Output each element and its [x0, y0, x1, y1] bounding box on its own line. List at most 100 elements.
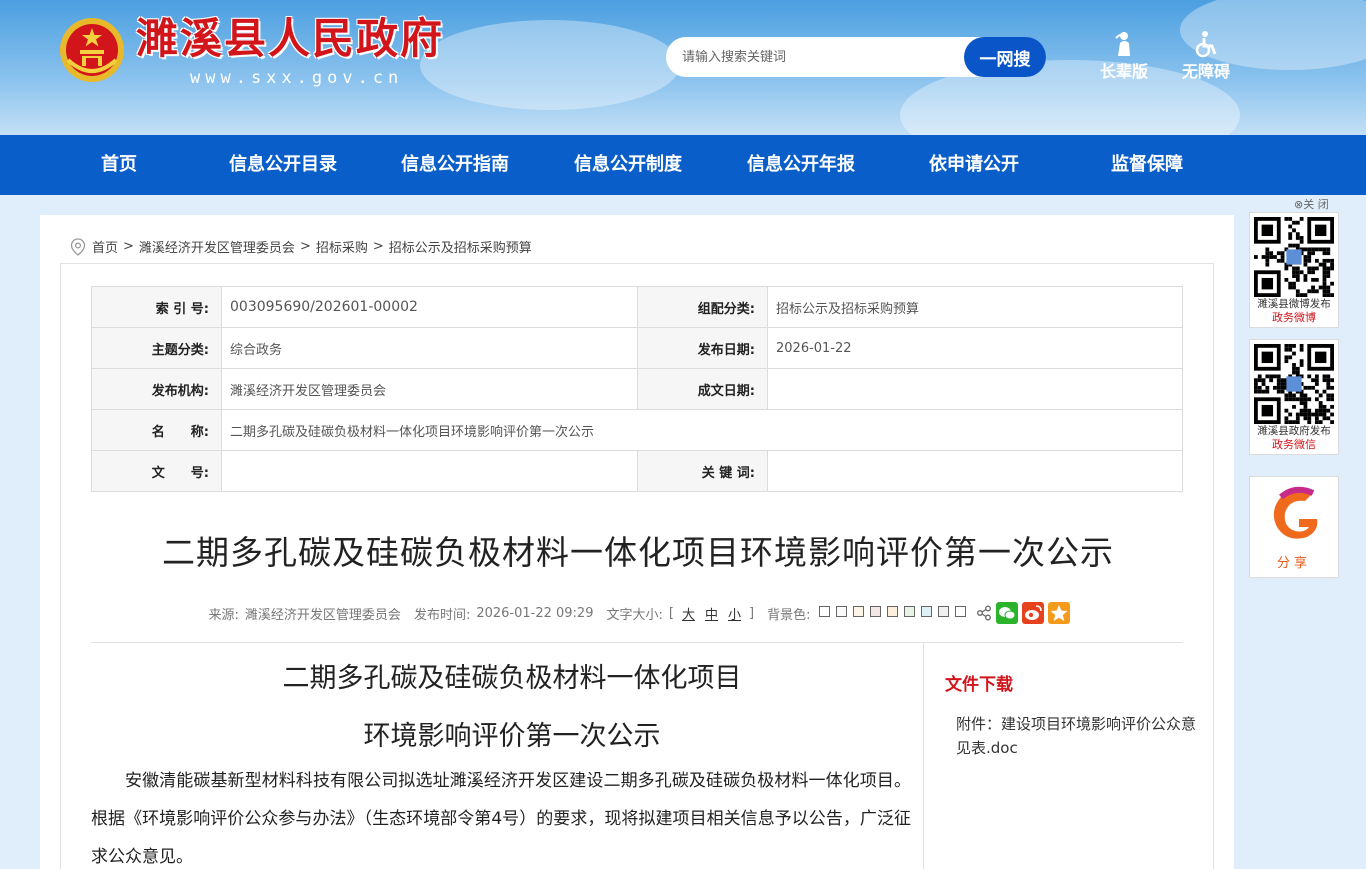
nav-apply[interactable]: 依申请公开	[891, 135, 1057, 195]
wheelchair-icon	[1195, 31, 1217, 58]
fontsize-bracket: ]	[749, 605, 755, 621]
accessibility-label: 无障碍	[1181, 62, 1230, 81]
main-nav: 首页 信息公开目录 信息公开指南 信息公开制度 信息公开年报 依申请公开 监督保…	[0, 135, 1366, 195]
time-value: 2026-01-22 09:29	[476, 605, 594, 621]
pubdate-label: 发布日期:	[637, 327, 768, 369]
table-row: 名 称: 二期多孔碳及硅碳负极材料一体化项目环境影响评价第一次公示	[91, 409, 1183, 451]
fontsize-bracket: [	[668, 605, 674, 621]
bg-color-swatch[interactable]	[955, 605, 967, 617]
content-divider	[91, 642, 1183, 643]
name-value: 二期多孔碳及硅碳负极材料一体化项目环境影响评价第一次公示	[221, 409, 1183, 451]
fontsize-large-button[interactable]: 大	[682, 604, 695, 623]
breadcrumb-dept[interactable]: 濉溪经济开发区管理委员会	[139, 237, 295, 256]
written-date-label: 成文日期:	[637, 368, 768, 410]
article-title: 二期多孔碳及硅碳负极材料一体化项目环境影响评价第一次公示	[162, 533, 1114, 572]
category-label: 组配分类:	[637, 286, 768, 328]
search-input[interactable]	[682, 37, 952, 77]
nav-catalog[interactable]: 信息公开目录	[200, 135, 366, 195]
attachment-link[interactable]: 附件：建设项目环境影响评价公众意见表.doc	[956, 712, 1196, 760]
wechat-share-icon[interactable]	[996, 602, 1019, 624]
body-heading-line1: 二期多孔碳及硅碳负极材料一体化项目	[282, 663, 742, 694]
header-cloud	[420, 20, 680, 110]
article-info-bar: 来源: 濉溪经济开发区管理委员会 发布时间: 2026-01-22 09:29 …	[61, 602, 1215, 624]
share-panel[interactable]: 分享	[1249, 476, 1339, 578]
org-label: 发布机构:	[91, 368, 222, 410]
weibo-qr-sublabel: 政务微博	[1272, 311, 1316, 324]
docno-label: 文 号:	[91, 450, 222, 492]
org-value: 濉溪经济开发区管理委员会	[221, 368, 638, 410]
source-value: 濉溪经济开发区管理委员会	[244, 607, 401, 623]
share-icon[interactable]	[976, 605, 992, 621]
bg-color-swatch[interactable]	[853, 605, 865, 617]
share-logo-icon	[1273, 486, 1318, 539]
bg-color-swatch[interactable]	[904, 605, 916, 617]
weibo-qr-label: 濉溪县微博发布	[1257, 298, 1331, 310]
accessibility-button[interactable]: 无障碍	[1176, 30, 1236, 82]
bg-color-swatch[interactable]	[921, 605, 933, 617]
breadcrumb-separator: >	[372, 239, 384, 254]
keyword-label: 关 键 词:	[637, 450, 768, 492]
float-close-button[interactable]: ⊗关 闭	[1294, 196, 1329, 212]
share-label: 分享	[1276, 556, 1311, 571]
metadata-table: 索 引 号: 003095690/202601-00002 组配分类: 招标公示…	[91, 286, 1183, 492]
written-date-value	[767, 368, 1183, 410]
topic-value: 综合政务	[221, 327, 638, 369]
body-paragraph: 安徽清能碳基新型材料科技有限公司拟选址濉溪经济开发区建设二期多孔碳及硅碳负极材料…	[91, 771, 911, 867]
site-header: 濉溪县人民政府 www.sxx.gov.cn 一网搜 长辈版 无障碍	[0, 0, 1366, 135]
search-box: 一网搜	[666, 37, 1046, 77]
nav-system[interactable]: 信息公开制度	[545, 135, 711, 195]
breadcrumb-home[interactable]: 首页	[92, 237, 118, 256]
weibo-share-icon[interactable]	[1022, 602, 1045, 624]
weibo-qr-code	[1254, 217, 1334, 297]
table-row: 主题分类: 综合政务 发布日期: 2026-01-22	[91, 327, 1183, 369]
breadcrumb: 首页 > 濉溪经济开发区管理委员会 > 招标采购 > 招标公示及招标采购预算	[70, 237, 532, 256]
elder-icon	[1115, 32, 1130, 56]
fontsize-label: 文字大小:	[606, 607, 663, 623]
bg-color-swatch[interactable]	[836, 605, 848, 617]
bg-color-swatch[interactable]	[938, 605, 950, 617]
wechat-qr-sublabel: 政务微信	[1272, 438, 1316, 451]
table-row: 发布机构: 濉溪经济开发区管理委员会 成文日期:	[91, 368, 1183, 410]
search-button[interactable]: 一网搜	[964, 37, 1046, 77]
index-value: 003095690/202601-00002	[221, 286, 638, 328]
fontsize-medium-button[interactable]: 中	[705, 604, 718, 623]
weibo-qr-box[interactable]: 濉溪县微博发布 政务微博	[1249, 212, 1339, 328]
breadcrumb-current[interactable]: 招标公示及招标采购预算	[389, 237, 532, 256]
table-row: 索 引 号: 003095690/202601-00002 组配分类: 招标公示…	[91, 286, 1183, 328]
index-label: 索 引 号:	[91, 286, 222, 328]
keyword-value	[767, 450, 1183, 492]
category-value: 招标公示及招标采购预算	[767, 286, 1183, 328]
time-label: 发布时间:	[413, 607, 471, 623]
site-url: www.sxx.gov.cn	[190, 68, 404, 88]
breadcrumb-separator: >	[299, 239, 311, 254]
source-label: 来源:	[208, 607, 239, 623]
breadcrumb-section[interactable]: 招标采购	[316, 237, 368, 256]
nav-annual-report[interactable]: 信息公开年报	[718, 135, 884, 195]
location-icon	[70, 237, 86, 256]
fontsize-small-button[interactable]: 小	[728, 604, 741, 623]
wechat-qr-code	[1254, 344, 1334, 424]
body-heading-line2: 环境影响评价第一次公示	[363, 721, 661, 752]
bg-color-swatch[interactable]	[819, 605, 831, 617]
bg-color-swatches	[816, 605, 969, 621]
bg-color-swatch[interactable]	[870, 605, 882, 617]
pubdate-value: 2026-01-22	[767, 327, 1183, 369]
wechat-qr-label: 濉溪县政府发布	[1257, 425, 1331, 437]
breadcrumb-separator: >	[123, 239, 134, 254]
nav-guide[interactable]: 信息公开指南	[372, 135, 538, 195]
nav-supervision[interactable]: 监督保障	[1064, 135, 1230, 195]
elder-mode-button[interactable]: 长辈版	[1094, 30, 1154, 82]
wechat-qr-box[interactable]: 濉溪县政府发布 政务微信	[1249, 339, 1339, 455]
site-title[interactable]: 濉溪县人民政府	[136, 14, 444, 64]
table-row: 文 号: 关 键 词:	[91, 450, 1183, 492]
national-emblem-icon[interactable]	[58, 16, 126, 84]
nav-home[interactable]: 首页	[60, 135, 178, 195]
content-card: 首页 > 濉溪经济开发区管理委员会 > 招标采购 > 招标公示及招标采购预算 索…	[40, 215, 1234, 869]
docno-value	[221, 450, 638, 492]
name-label: 名 称:	[91, 409, 222, 451]
topic-label: 主题分类:	[91, 327, 222, 369]
bg-color-swatch[interactable]	[887, 605, 899, 617]
article-panel: 索 引 号: 003095690/202601-00002 组配分类: 招标公示…	[60, 263, 1214, 869]
bg-color-label: 背景色:	[767, 607, 811, 623]
favorite-share-icon[interactable]	[1048, 602, 1071, 624]
